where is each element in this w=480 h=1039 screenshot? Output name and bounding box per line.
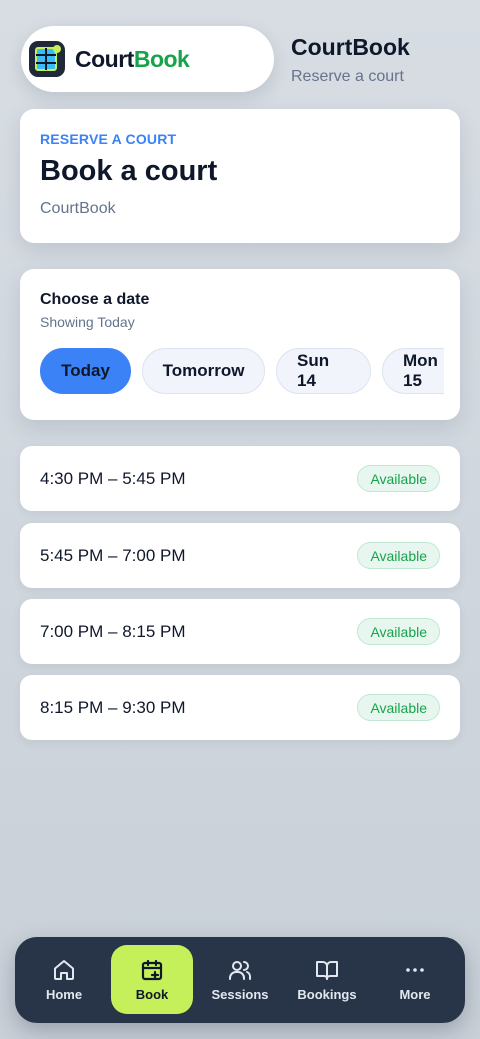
time-slot-row[interactable]: 5:45 PM – 7:00 PM Available	[20, 523, 460, 588]
date-chip-tomorrow[interactable]: Tomorrow	[142, 348, 265, 394]
date-chip-row[interactable]: Today Tomorrow Sun 14 Mon 15	[40, 348, 444, 396]
hero-eyebrow: RESERVE A COURT	[40, 131, 177, 147]
page-title: Book a court	[40, 155, 218, 187]
logo-word-court: Court	[75, 45, 134, 72]
date-chip-sun-14[interactable]: Sun 14	[276, 348, 371, 394]
nav-label: Sessions	[211, 986, 269, 1002]
logo-wordmark: CourtBook	[75, 45, 190, 73]
date-picker-card: Choose a date Showing Today Today Tomorr…	[20, 269, 460, 420]
slot-time: 4:30 PM – 5:45 PM	[40, 468, 186, 488]
time-slot-row[interactable]: 8:15 PM – 9:30 PM Available	[20, 675, 460, 740]
nav-label: More	[399, 986, 431, 1002]
app-subtitle: Reserve a court	[291, 68, 404, 85]
date-picker-subtitle: Showing Today	[40, 314, 135, 330]
nav-label: Bookings	[297, 986, 357, 1002]
date-chip-mon-15[interactable]: Mon 15	[382, 348, 444, 394]
app-title: CourtBook	[291, 34, 410, 60]
header-text: CourtBook Reserve a court	[291, 34, 410, 86]
nav-item-home[interactable]: Home	[23, 945, 105, 1014]
calendar-plus-icon	[141, 959, 163, 980]
logo-word-book: Book	[133, 45, 190, 72]
court-logo-icon	[29, 41, 65, 77]
slot-time: 5:45 PM – 7:00 PM	[40, 545, 186, 565]
users-icon	[229, 960, 251, 980]
date-chip-today[interactable]: Today	[40, 348, 131, 394]
status-badge: Available	[357, 542, 440, 569]
bottom-nav: Home Book Sessions Bookings More	[15, 937, 465, 1023]
logo-pill[interactable]: CourtBook	[21, 26, 274, 92]
slot-time: 8:15 PM – 9:30 PM	[40, 697, 186, 717]
status-badge: Available	[357, 618, 440, 645]
time-slot-row[interactable]: 7:00 PM – 8:15 PM Available	[20, 599, 460, 664]
nav-label: Book	[135, 986, 169, 1002]
nav-item-sessions[interactable]: Sessions	[199, 945, 281, 1014]
status-badge: Available	[357, 465, 440, 492]
slot-time: 7:00 PM – 8:15 PM	[40, 621, 186, 641]
nav-item-book[interactable]: Book	[111, 945, 193, 1014]
hero-card: RESERVE A COURT Book a court CourtBook	[20, 109, 460, 243]
status-badge: Available	[357, 694, 440, 721]
hero-subtitle: CourtBook	[40, 200, 116, 217]
home-icon	[54, 959, 74, 980]
time-slot-row[interactable]: 4:30 PM – 5:45 PM Available	[20, 446, 460, 511]
nav-item-bookings[interactable]: Bookings	[286, 945, 368, 1014]
nav-label: Home	[45, 986, 83, 1002]
book-open-icon	[316, 960, 338, 980]
more-dots-icon	[406, 967, 424, 972]
date-picker-title: Choose a date	[40, 291, 150, 308]
nav-item-more[interactable]: More	[374, 945, 456, 1014]
